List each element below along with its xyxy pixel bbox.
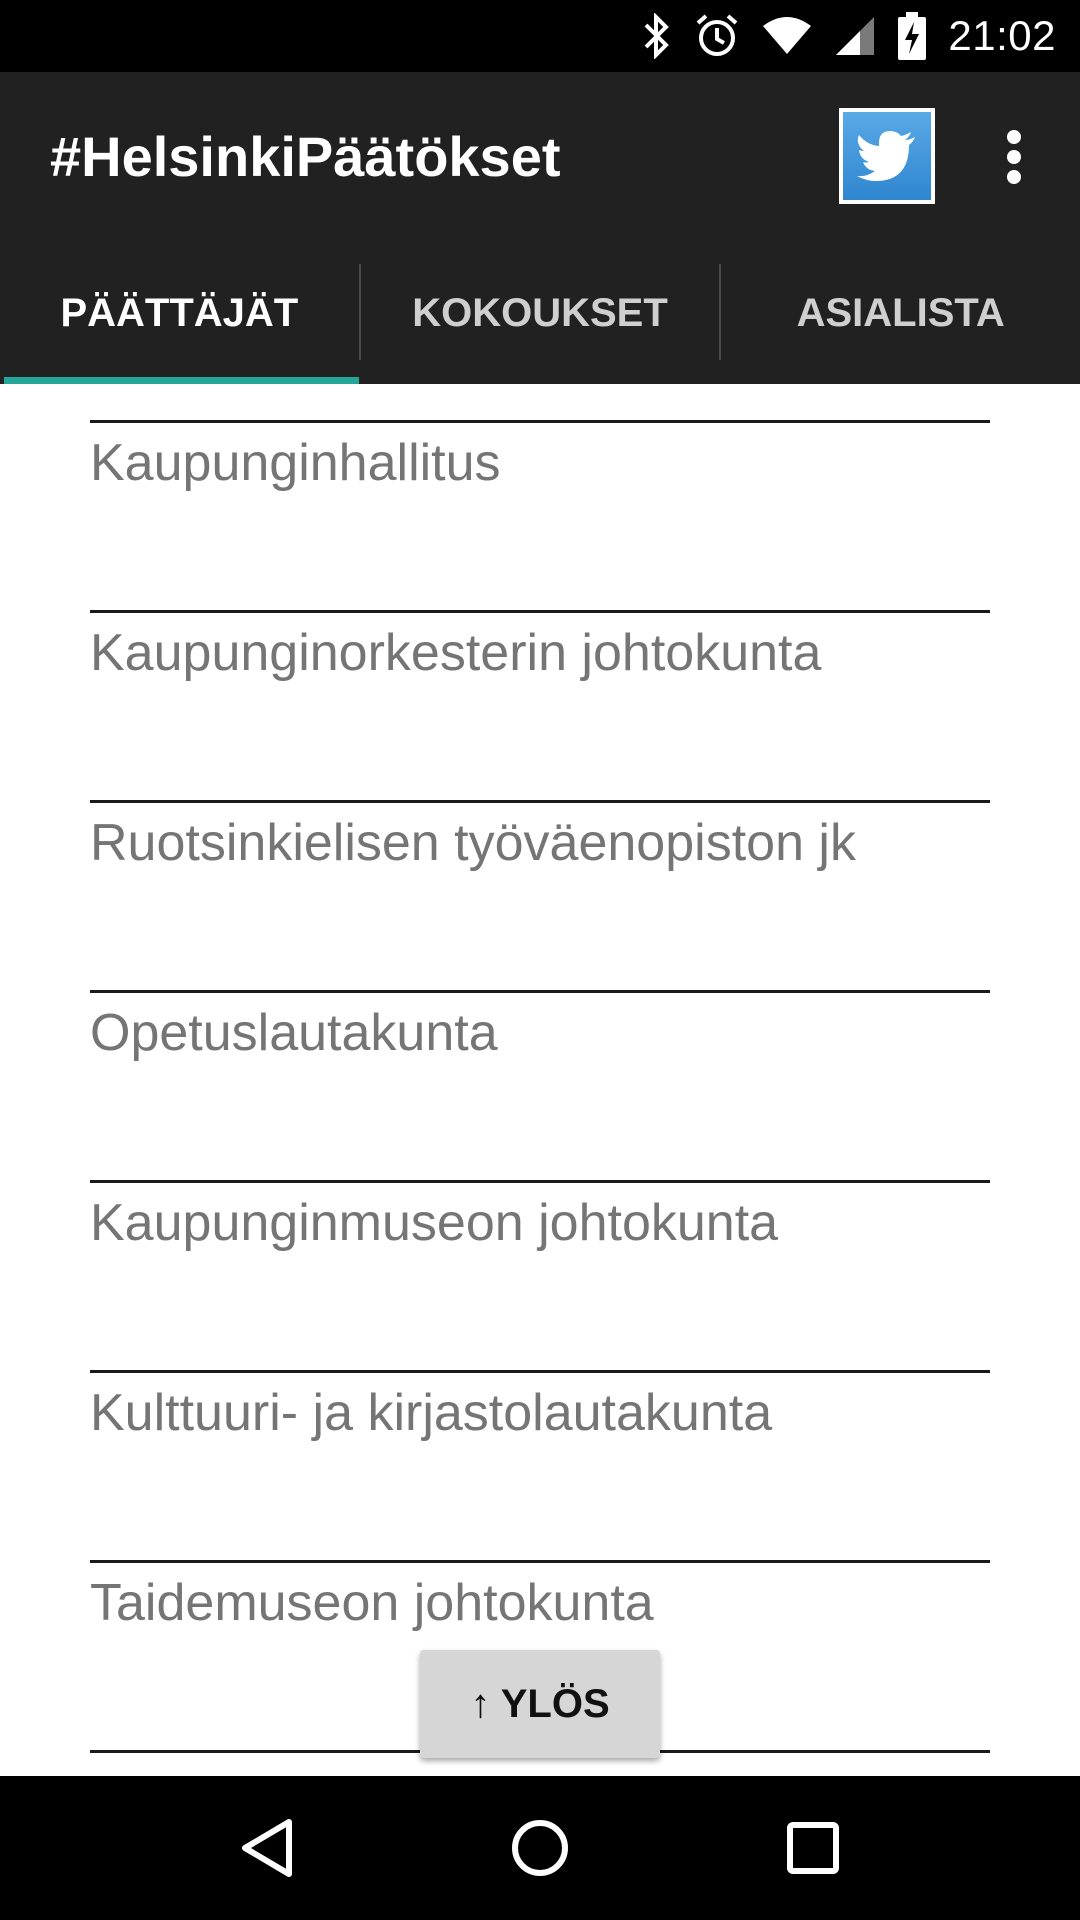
recents-button[interactable]	[768, 1803, 858, 1893]
alarm-icon	[694, 12, 740, 60]
twitter-icon	[843, 112, 931, 200]
scroll-up-button[interactable]: ↑ YLÖS	[420, 1650, 660, 1758]
list-item-label: Taidemuseon johtokunta	[90, 1574, 654, 1632]
list-item-label: Kulttuuri- ja kirjastolautakunta	[90, 1384, 773, 1442]
list-item[interactable]: Ruotsinkielisen työväenopiston jk	[90, 800, 990, 990]
list-item-label: Kaupunginhallitus	[90, 434, 501, 492]
tab-bar: PÄÄTTÄJÄT KOKOUKSET ASIALISTA	[0, 242, 1080, 384]
home-icon	[511, 1820, 568, 1876]
cell-signal-icon	[834, 12, 876, 60]
battery-charging-icon	[898, 12, 927, 60]
status-bar: 21:02	[0, 0, 1080, 72]
wifi-icon	[762, 12, 812, 60]
list-item-label: Opetuslautakunta	[90, 1004, 498, 1062]
decision-maker-list[interactable]: Kaupunginhallitus Kaupunginorkesterin jo…	[0, 384, 1080, 1776]
back-button[interactable]	[222, 1803, 312, 1893]
list-item-label: Kaupunginmuseon johtokunta	[90, 1194, 779, 1252]
list-item-label: Ruotsinkielisen työväenopiston jk	[90, 814, 856, 872]
list-item[interactable]: Kaupunginhallitus	[90, 420, 990, 610]
tab-asialista[interactable]: ASIALISTA	[721, 242, 1080, 384]
back-icon	[241, 1819, 292, 1877]
list-item[interactable]: Opetuslautakunta	[90, 990, 990, 1180]
list-item[interactable]: Kaupunginorkesterin johtokunta	[90, 610, 990, 800]
status-time: 21:02	[948, 12, 1056, 59]
overflow-menu-button[interactable]	[990, 122, 1038, 192]
action-bar: #HelsinkiPäätökset	[0, 72, 1080, 242]
more-vert-icon	[1007, 130, 1021, 144]
app-title: #HelsinkiPäätökset	[50, 125, 561, 188]
twitter-button[interactable]	[839, 108, 935, 204]
recents-icon	[787, 1822, 840, 1874]
bluetooth-icon	[642, 12, 672, 60]
tab-kokoukset[interactable]: KOKOUKSET	[361, 242, 720, 384]
list-item[interactable]: Kaupunginmuseon johtokunta	[90, 1180, 990, 1370]
home-button[interactable]	[495, 1803, 585, 1893]
list-item[interactable]: Kulttuuri- ja kirjastolautakunta	[90, 1370, 990, 1560]
list-item-label: Kaupunginorkesterin johtokunta	[90, 624, 822, 682]
navigation-bar	[0, 1776, 1080, 1920]
tab-paattajat[interactable]: PÄÄTTÄJÄT	[0, 242, 359, 384]
